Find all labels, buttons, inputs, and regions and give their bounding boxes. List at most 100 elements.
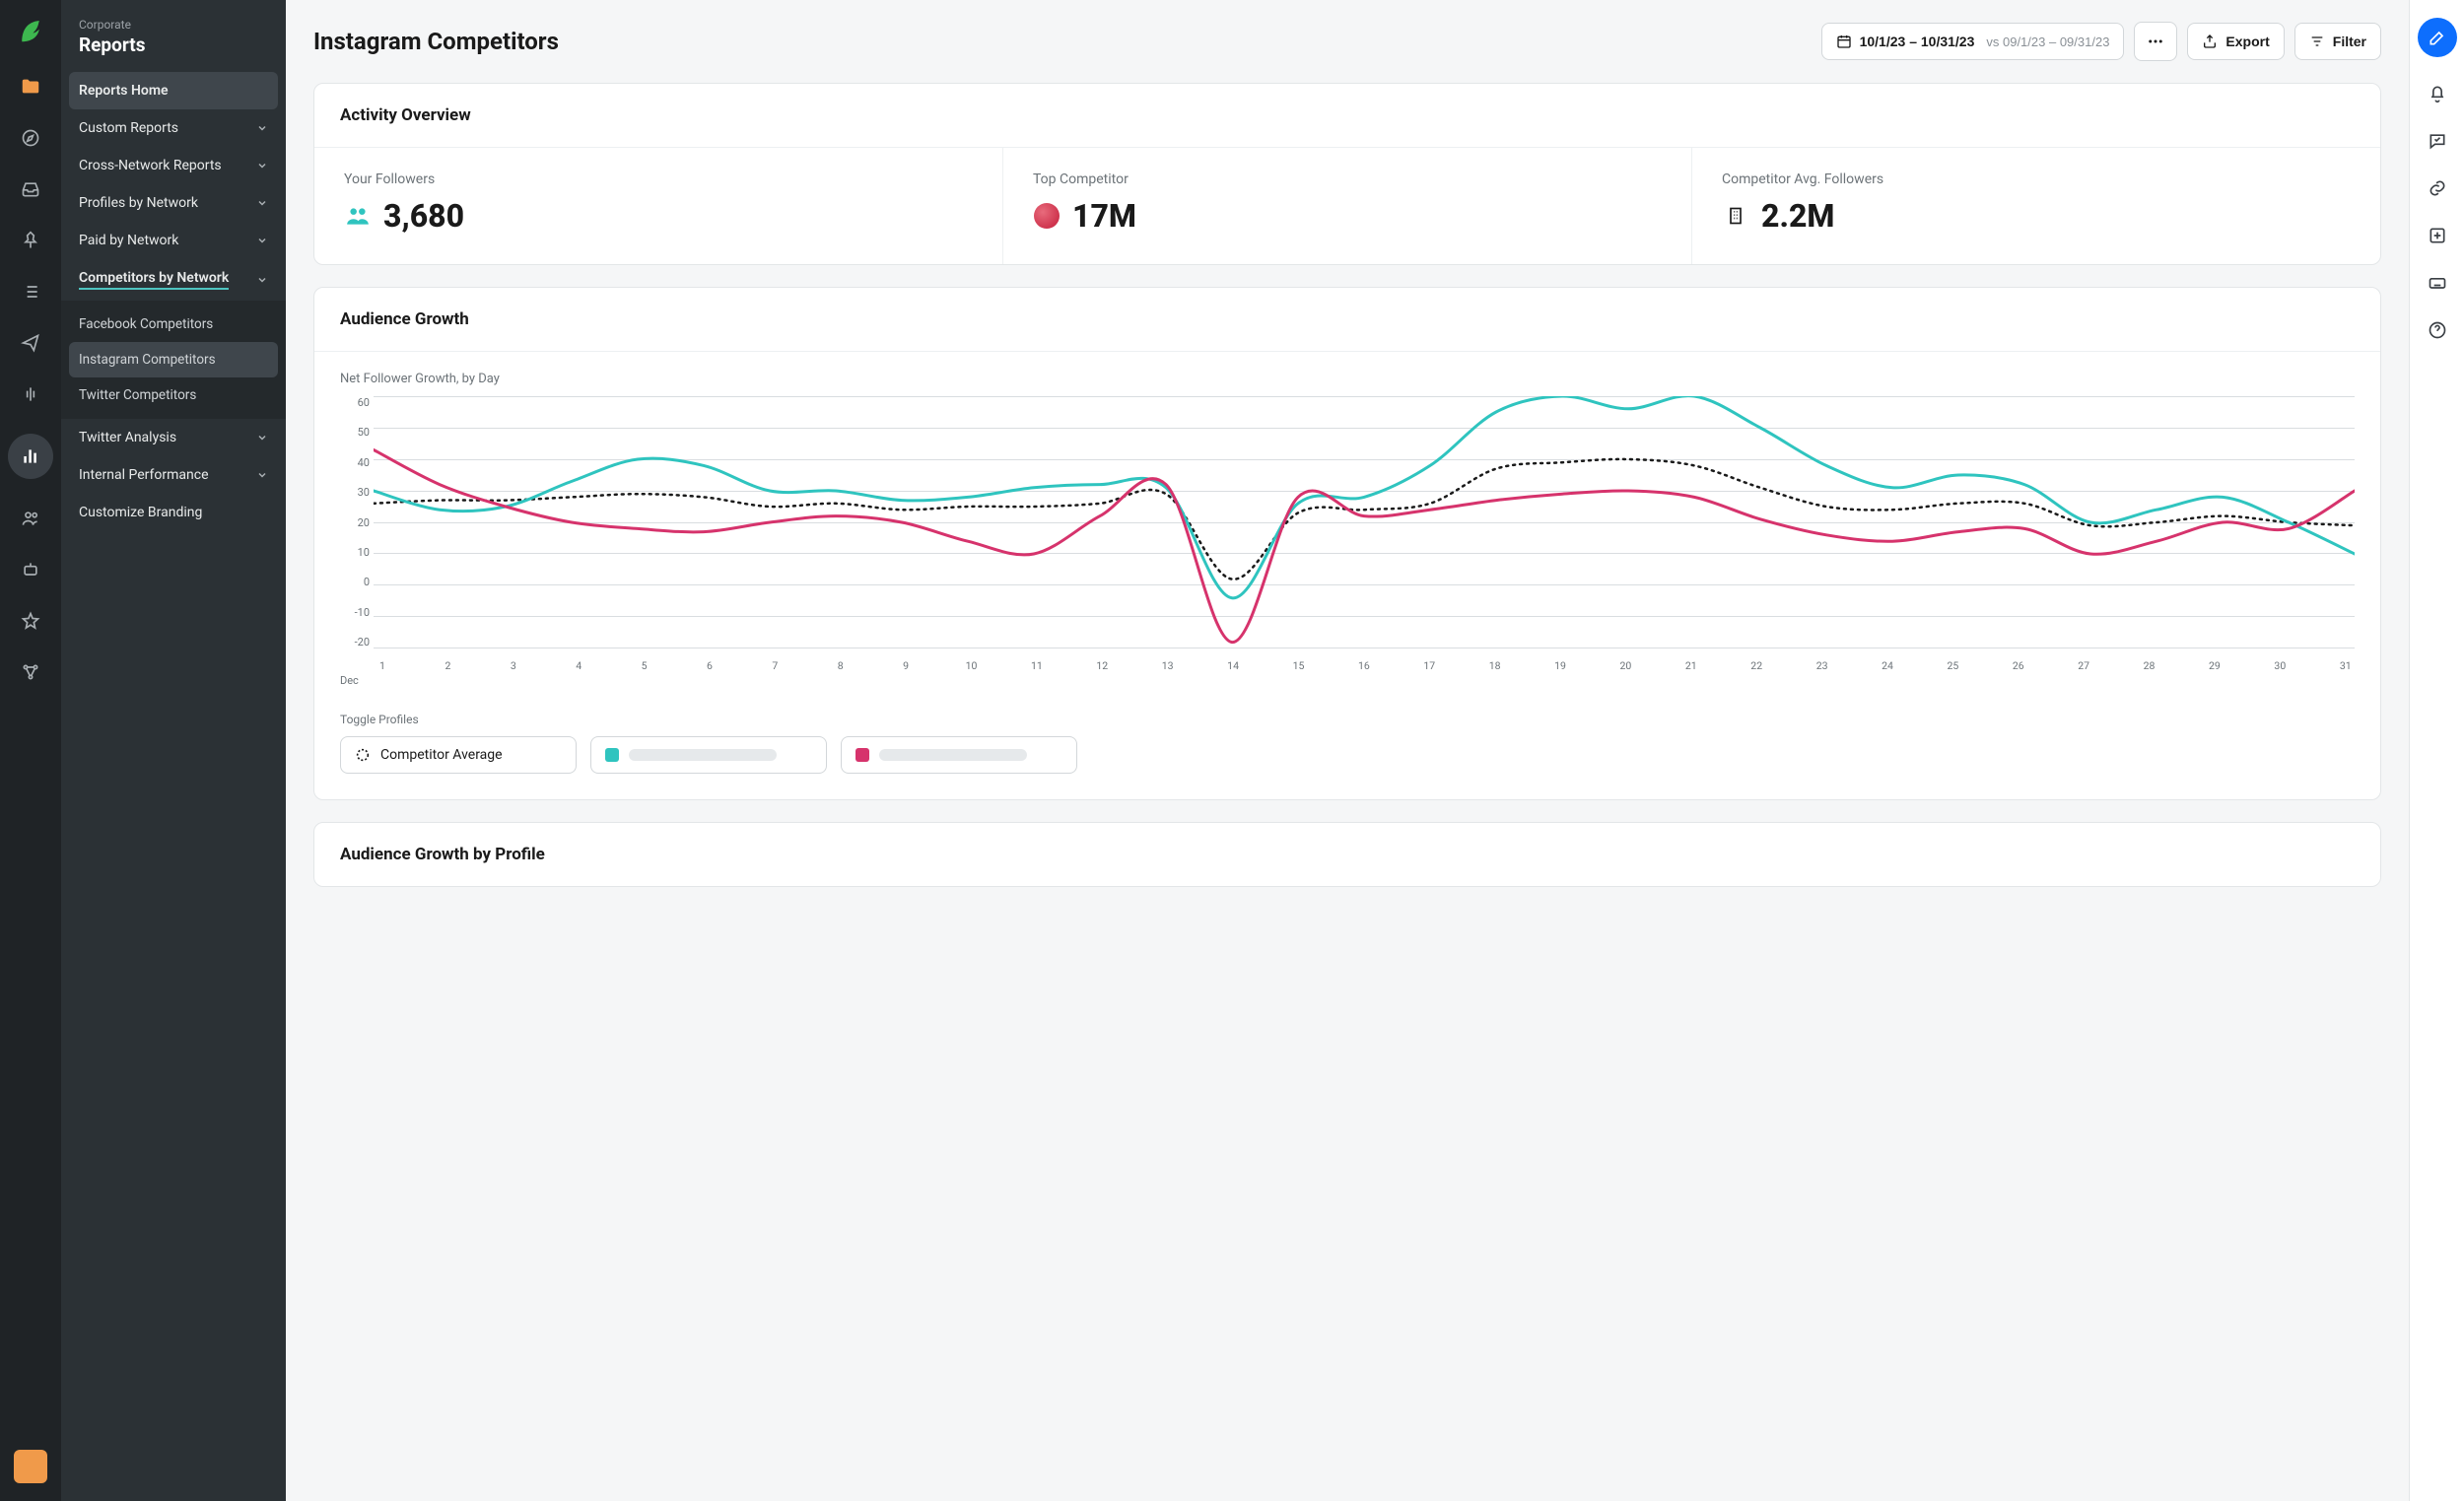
profile-toggle[interactable]	[590, 736, 827, 774]
profile-toggle[interactable]	[841, 736, 1077, 774]
x-tick: 15	[1289, 659, 1307, 672]
x-tick: 17	[1420, 659, 1438, 672]
metric: Your Followers3,680	[314, 148, 1003, 264]
x-tick: 25	[1944, 659, 1961, 672]
x-tick: 13	[1159, 659, 1177, 672]
nav-item[interactable]: Customize Branding	[61, 494, 286, 531]
metric-value: 17M	[1072, 197, 1136, 235]
people-icon	[344, 202, 372, 230]
compass-icon[interactable]	[19, 126, 42, 150]
nav-item[interactable]: Custom Reports	[61, 109, 286, 147]
chevron-down-icon	[256, 274, 268, 286]
x-tick: 28	[2141, 659, 2158, 672]
y-tick: 60	[340, 396, 370, 409]
chevron-down-icon	[256, 235, 268, 246]
toggle-label-text: Competitor Average	[380, 747, 503, 763]
audience-growth-by-profile-card: Audience Growth by Profile	[313, 822, 2381, 887]
right-rail	[2409, 0, 2464, 1501]
add-icon[interactable]	[2427, 225, 2448, 246]
activity-overview-card: Activity Overview Your Followers3,680Top…	[313, 83, 2381, 265]
competitor-dot-icon	[1033, 202, 1061, 230]
nav-item[interactable]: Cross-Network Reports	[61, 147, 286, 184]
bell-icon[interactable]	[2427, 83, 2448, 104]
topbar: Instagram Competitors 10/1/23 – 10/31/23…	[286, 0, 2409, 83]
line-chart: 6050403020100-10-20 12345678910111213141…	[374, 396, 2355, 672]
reports-icon[interactable]	[8, 434, 53, 479]
metric-label: Competitor Avg. Followers	[1722, 171, 2351, 187]
x-tick: 22	[1747, 659, 1765, 672]
x-tick: 9	[897, 659, 915, 672]
x-tick: 21	[1682, 659, 1700, 672]
x-tick: 14	[1224, 659, 1242, 672]
help-icon[interactable]	[2427, 319, 2448, 341]
redacted-label	[629, 749, 777, 761]
compose-icon	[2428, 28, 2447, 47]
avg-swatch-icon	[355, 747, 371, 763]
y-tick: 20	[340, 516, 370, 529]
y-tick: 40	[340, 456, 370, 469]
chevron-down-icon	[256, 432, 268, 443]
nav-item[interactable]: Internal Performance	[61, 456, 286, 494]
chevron-down-icon	[256, 122, 268, 134]
pin-icon[interactable]	[19, 229, 42, 252]
nav-item-label: Twitter Analysis	[79, 430, 176, 445]
chart-line-pink	[374, 449, 2355, 642]
x-tick: 27	[2075, 659, 2092, 672]
filter-icon	[2309, 34, 2325, 49]
link-icon[interactable]	[2427, 177, 2448, 199]
sidebar: Corporate Reports Reports HomeCustom Rep…	[61, 0, 286, 1501]
x-tick: 24	[1879, 659, 1896, 672]
nav-item-label: Profiles by Network	[79, 195, 198, 211]
swatch-icon	[856, 748, 869, 762]
sub-nav-item[interactable]: Facebook Competitors	[61, 307, 286, 342]
filter-button[interactable]: Filter	[2294, 23, 2381, 60]
x-tick: 6	[701, 659, 719, 672]
profile-toggle[interactable]: Competitor Average	[340, 736, 577, 774]
folder-icon[interactable]	[19, 75, 42, 99]
star-icon[interactable]	[19, 609, 42, 633]
x-tick: 4	[570, 659, 587, 672]
keyboard-icon[interactable]	[2427, 272, 2448, 294]
x-tick: 16	[1355, 659, 1373, 672]
workspace-avatar[interactable]	[14, 1450, 47, 1483]
x-tick: 29	[2206, 659, 2224, 672]
more-button[interactable]	[2134, 22, 2177, 61]
nav-item[interactable]: Paid by Network	[61, 222, 286, 259]
nav-item[interactable]: Twitter Analysis	[61, 419, 286, 456]
sidebar-title: Reports	[79, 34, 268, 56]
x-tick: 19	[1551, 659, 1569, 672]
x-tick: 3	[505, 659, 522, 672]
swatch-icon	[605, 748, 619, 762]
nav-item[interactable]: Reports Home	[69, 72, 278, 109]
nav-item[interactable]: Profiles by Network	[61, 184, 286, 222]
export-button[interactable]: Export	[2187, 23, 2284, 60]
ellipsis-icon	[2147, 33, 2164, 50]
inbox-icon[interactable]	[19, 177, 42, 201]
list-icon[interactable]	[19, 280, 42, 304]
network-icon[interactable]	[19, 660, 42, 684]
x-tick: 8	[832, 659, 850, 672]
x-tick: 23	[1814, 659, 1831, 672]
bot-icon[interactable]	[19, 558, 42, 581]
sub-nav-item[interactable]: Twitter Competitors	[61, 377, 286, 413]
nav-item[interactable]: Competitors by Network	[61, 259, 286, 301]
x-tick: 2	[439, 659, 456, 672]
x-tick: 30	[2271, 659, 2289, 672]
x-tick: 10	[963, 659, 981, 672]
x-tick: 1	[374, 659, 391, 672]
chat-icon[interactable]	[2427, 130, 2448, 152]
sub-nav-item[interactable]: Instagram Competitors	[69, 342, 278, 377]
y-tick: -20	[340, 636, 370, 648]
send-icon[interactable]	[19, 331, 42, 355]
chevron-down-icon	[256, 197, 268, 209]
x-tick: 11	[1028, 659, 1046, 672]
people-icon[interactable]	[19, 507, 42, 530]
nav-item-label: Customize Branding	[79, 505, 202, 520]
page-title: Instagram Competitors	[313, 28, 559, 55]
date-range-button[interactable]: 10/1/23 – 10/31/23 vs 09/1/23 – 09/31/23	[1821, 23, 2125, 60]
y-tick: -10	[340, 606, 370, 619]
x-tick: 12	[1093, 659, 1111, 672]
pulse-icon[interactable]	[19, 382, 42, 406]
compose-button[interactable]	[2418, 18, 2457, 57]
x-tick: 5	[636, 659, 653, 672]
